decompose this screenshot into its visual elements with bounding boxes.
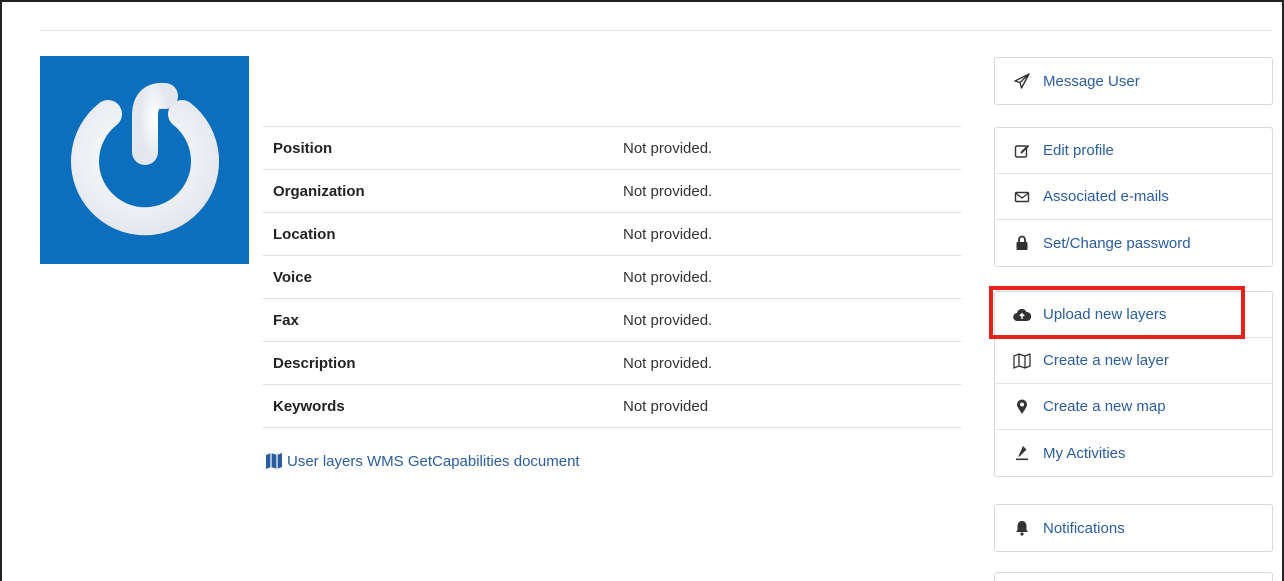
row-label: Voice — [263, 255, 613, 299]
row-value: Not provided. — [613, 169, 961, 213]
row-label: Description — [263, 341, 613, 385]
notifications-group: Notifications — [994, 504, 1273, 552]
account-group: Edit profile Associated e-mails Set/Chan… — [994, 127, 1273, 267]
edit-icon — [1013, 142, 1031, 160]
row-value: Not provided — [613, 384, 961, 428]
table-row: Description Not provided. — [263, 341, 961, 385]
map-outline-icon — [1013, 352, 1031, 370]
layers-group: Upload new layers Create a new layer Cre… — [994, 291, 1273, 477]
edit-profile-button[interactable]: Edit profile — [995, 128, 1272, 174]
row-value: Not provided. — [613, 341, 961, 385]
envelope-icon — [1013, 188, 1031, 206]
upload-new-layers-button[interactable]: Upload new layers — [995, 292, 1272, 338]
table-row: Location Not provided. — [263, 212, 961, 256]
upload-new-layers-label: Upload new layers — [1043, 306, 1167, 323]
activity-icon — [1013, 444, 1031, 462]
row-value: Not provided. — [613, 255, 961, 299]
message-user-label: Message User — [1043, 72, 1140, 90]
wms-link-label: User layers WMS GetCapabilities document — [287, 452, 580, 470]
map-marker-icon — [1013, 398, 1031, 416]
next-button-group — [994, 572, 1273, 581]
row-label: Keywords — [263, 384, 613, 428]
create-new-layer-label: Create a new layer — [1043, 352, 1169, 369]
table-row: Position Not provided. — [263, 126, 961, 170]
my-activities-label: My Activities — [1043, 444, 1126, 462]
map-icon — [265, 452, 283, 470]
my-activities-button[interactable]: My Activities — [995, 430, 1272, 476]
row-label: Location — [263, 212, 613, 256]
row-label: Fax — [263, 298, 613, 342]
table-row: Keywords Not provided — [263, 384, 961, 428]
message-user-button[interactable]: Message User — [995, 58, 1272, 104]
row-value: Not provided. — [613, 298, 961, 342]
bell-icon — [1013, 519, 1031, 537]
row-label: Position — [263, 126, 613, 170]
set-password-label: Set/Change password — [1043, 234, 1191, 252]
associated-emails-label: Associated e-mails — [1043, 188, 1169, 205]
row-value: Not provided. — [613, 212, 961, 256]
create-new-layer-button[interactable]: Create a new layer — [995, 338, 1272, 384]
lock-icon — [1013, 234, 1031, 252]
profile-info-table: Position Not provided. Organization Not … — [263, 126, 961, 428]
create-new-map-label: Create a new map — [1043, 398, 1166, 415]
set-password-button[interactable]: Set/Change password — [995, 220, 1272, 266]
power-logo-icon — [71, 82, 219, 236]
edit-profile-label: Edit profile — [1043, 142, 1114, 159]
associated-emails-button[interactable]: Associated e-mails — [995, 174, 1272, 220]
message-group: Message User — [994, 57, 1273, 105]
avatar — [40, 56, 249, 264]
row-value: Not provided. — [613, 126, 961, 170]
cloud-upload-icon — [1013, 306, 1031, 324]
create-new-map-button[interactable]: Create a new map — [995, 384, 1272, 430]
paper-plane-icon — [1013, 72, 1031, 90]
table-row: Organization Not provided. — [263, 169, 961, 213]
wms-getcapabilities-link[interactable]: User layers WMS GetCapabilities document — [265, 452, 580, 470]
header-divider — [40, 30, 1272, 31]
notifications-label: Notifications — [1043, 519, 1125, 537]
table-row: Fax Not provided. — [263, 298, 961, 342]
row-label: Organization — [263, 169, 613, 213]
table-row: Voice Not provided. — [263, 255, 961, 299]
notifications-button[interactable]: Notifications — [995, 505, 1272, 551]
